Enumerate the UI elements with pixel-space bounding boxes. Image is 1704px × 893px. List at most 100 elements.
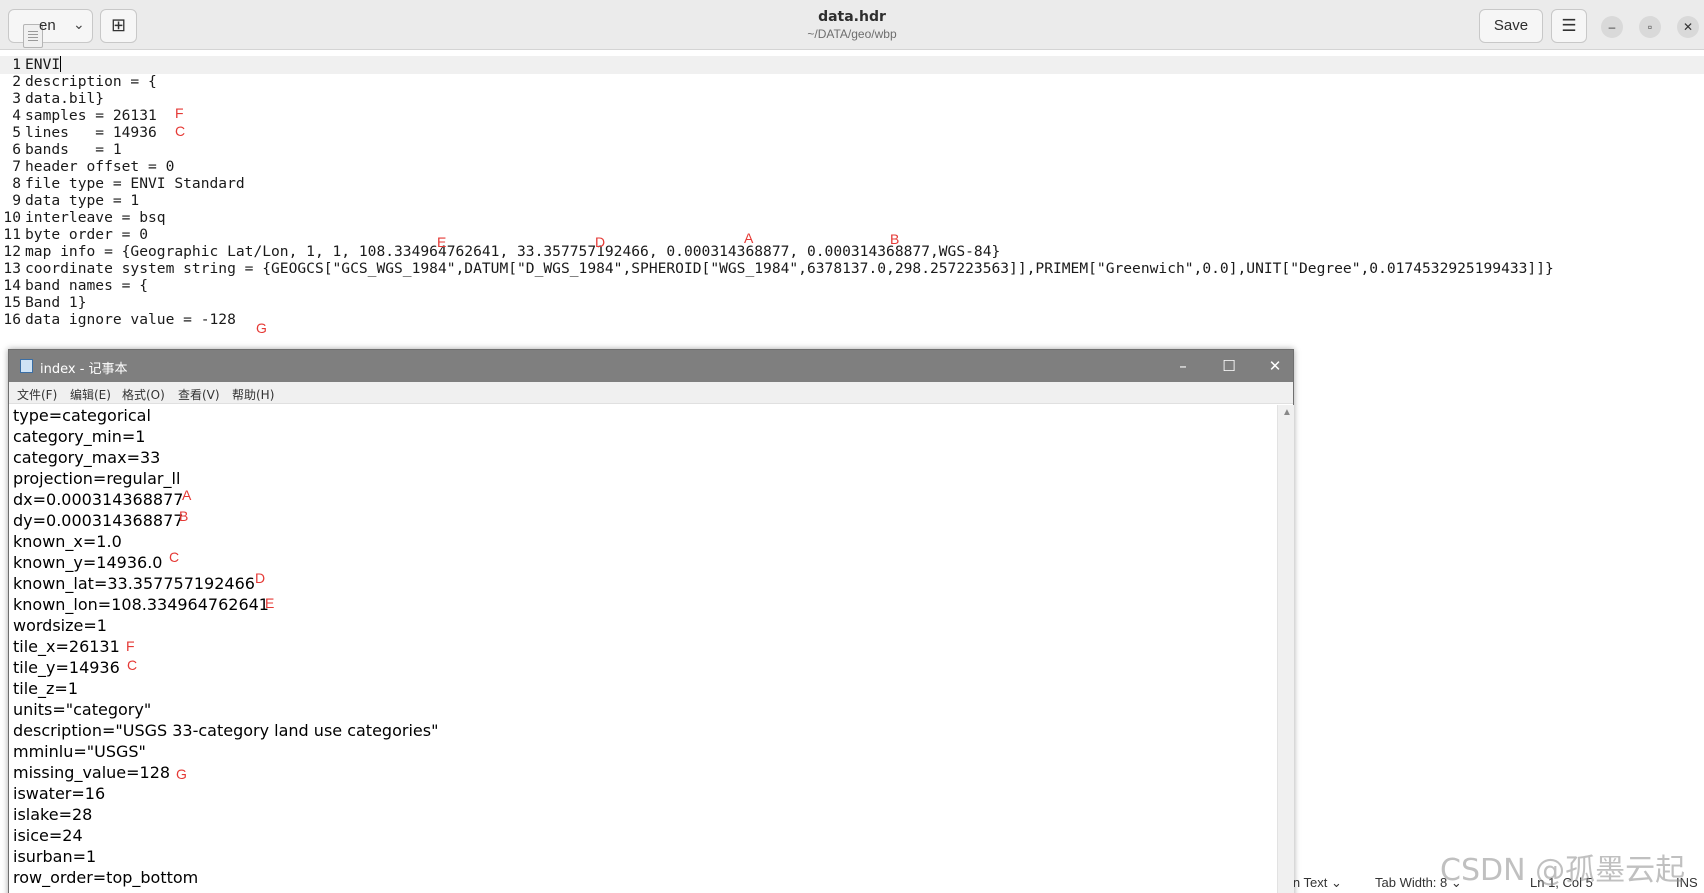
minimize-icon: – — [1608, 20, 1616, 34]
hamburger-icon: ☰ — [1561, 16, 1577, 35]
annotation-label: C — [127, 657, 138, 673]
text-line: iswater=16 — [13, 784, 106, 803]
notepad-window: index - 记事本 – ☐ ✕ 文件(F) 编辑(E) 格式(O) 查看(V… — [8, 349, 1294, 893]
text-line: tile_z=1 — [13, 679, 78, 698]
annotation-label: E — [437, 234, 447, 250]
annotation-label: B — [179, 508, 189, 524]
file-title: data.hdr — [818, 9, 886, 25]
text-line: dx=0.000314368877 — [13, 490, 184, 509]
code-line: 9 data type = 1 — [0, 192, 139, 210]
annotation-label: C — [169, 549, 180, 565]
annotation-label: A — [182, 487, 192, 503]
text-line: tile_y=14936 — [13, 658, 120, 677]
line-number: 6 — [12, 141, 21, 158]
line-number: 4 — [12, 107, 21, 124]
notepad-titlebar[interactable]: index - 记事本 – ☐ ✕ — [9, 350, 1293, 382]
text-line: known_x=1.0 — [13, 532, 122, 551]
text-line: dy=0.000314368877 — [13, 511, 184, 530]
text-line: projection=regular_ll — [13, 469, 181, 488]
line-text: coordinate system string = {GEOGCS["GCS_… — [25, 260, 1554, 277]
save-button[interactable]: Save — [1479, 9, 1543, 43]
line-number: 9 — [12, 192, 21, 209]
maximize-icon: ☐ — [1222, 357, 1236, 375]
annotation-label: G — [176, 766, 187, 782]
notepad-icon — [20, 359, 33, 373]
text-line: mminlu="USGS" — [13, 742, 146, 761]
file-path: ~/DATA/geo/wbp — [807, 27, 897, 41]
line-number: 10 — [3, 209, 21, 226]
header-bar: en ⌄ ⊞ data.hdr ~/DATA/geo/wbp Save ☰ – … — [0, 0, 1704, 50]
text-line: category_max=33 — [13, 448, 161, 467]
minimize-button[interactable]: – — [1601, 16, 1623, 38]
window-title: data.hdr ~/DATA/geo/wbp — [0, 9, 1704, 41]
menu-file[interactable]: 文件(F) — [17, 386, 57, 403]
notepad-minimize-button[interactable]: – — [1160, 350, 1206, 382]
text-line: known_lon=108.334964762641 — [13, 595, 269, 614]
line-number: 2 — [12, 73, 21, 90]
code-line: 16 data ignore value = -128 — [0, 311, 235, 329]
text-line: wordsize=1 — [13, 616, 107, 635]
text-line: islake=28 — [13, 805, 93, 824]
line-text: interleave = bsq — [25, 209, 166, 226]
maximize-button[interactable]: ▫ — [1639, 16, 1661, 38]
text-line: category_min=1 — [13, 427, 146, 446]
annotation-label: C — [175, 123, 186, 139]
close-icon: ✕ — [1268, 357, 1282, 375]
code-line: 2 description = { — [0, 73, 157, 91]
line-text: description = { — [25, 73, 157, 90]
code-line: 4 samples = 26131 — [0, 107, 157, 125]
notepad-maximize-button[interactable]: ☐ — [1206, 350, 1252, 382]
text-line: known_lat=33.357757192466 — [13, 574, 255, 593]
menu-edit[interactable]: 编辑(E) — [70, 386, 111, 403]
line-text: byte order = 0 — [25, 226, 149, 243]
code-line: 3 data.bil} — [0, 90, 104, 108]
annotation-label: A — [744, 230, 754, 246]
annotation-label: G — [256, 320, 267, 336]
language-selector[interactable]: in Text ⌄ — [1290, 875, 1342, 891]
code-line: 11 byte order = 0 — [0, 226, 148, 244]
code-line: 12 map info = {Geographic Lat/Lon, 1, 1, … — [0, 243, 1000, 261]
notepad-menubar: 文件(F) 编辑(E) 格式(O) 查看(V) 帮助(H) — [9, 382, 1293, 404]
code-line: 8 file type = ENVI Standard — [0, 175, 245, 193]
annotation-label: F — [126, 638, 135, 654]
text-line: type=categorical — [13, 406, 151, 425]
line-text: Band 1} — [25, 294, 87, 311]
line-number: 16 — [3, 311, 21, 328]
notepad-text-area[interactable]: type=categorical category_min=1 category… — [9, 405, 1277, 893]
code-line: 13 coordinate system string = {GEOGCS["GC… — [0, 260, 1554, 278]
code-line: 6 bands = 1 — [0, 141, 121, 159]
line-number: 1 — [12, 56, 21, 73]
line-number: 11 — [3, 226, 21, 243]
notepad-title: index - 记事本 — [40, 362, 128, 377]
text-line: isurban=1 — [13, 847, 97, 866]
text-line: units="category" — [13, 700, 152, 719]
line-text: samples = 26131 — [25, 107, 157, 124]
annotation-label: F — [175, 105, 184, 121]
line-text: file type = ENVI Standard — [25, 175, 245, 192]
line-number: 12 — [3, 243, 21, 260]
scroll-up-icon[interactable]: ▲ — [1282, 407, 1292, 418]
close-icon: ✕ — [1682, 20, 1694, 34]
text-editor[interactable]: 1 ENVI 2 description = { 3 data.bil} 4 sampl… — [0, 50, 1704, 350]
annotation-label: D — [595, 234, 606, 250]
code-line: 14 band names = { — [0, 277, 148, 295]
text-line: tile_x=26131 — [13, 637, 120, 656]
text-line: row_order=top_bottom — [13, 868, 199, 887]
annotation-label: D — [255, 570, 266, 586]
line-number: 14 — [3, 277, 21, 294]
menu-view[interactable]: 查看(V) — [178, 386, 220, 403]
line-text: header offset = 0 — [25, 158, 175, 175]
line-text: data.bil} — [25, 90, 105, 107]
code-line: 10 interleave = bsq — [0, 209, 166, 227]
line-text: map info = {Geographic Lat/Lon, 1, 1, 10… — [25, 243, 1001, 260]
code-line: 1 ENVI — [0, 56, 1704, 74]
menu-format[interactable]: 格式(O) — [122, 386, 165, 403]
text-line: known_y=14936.0 — [13, 553, 163, 572]
vertical-scrollbar[interactable]: ▲ — [1277, 405, 1294, 893]
line-text: band names = { — [25, 277, 149, 294]
notepad-close-button[interactable]: ✕ — [1252, 350, 1298, 382]
main-menu-button[interactable]: ☰ — [1551, 9, 1587, 43]
menu-help[interactable]: 帮助(H) — [232, 386, 274, 403]
close-button[interactable]: ✕ — [1677, 16, 1699, 38]
line-number: 13 — [3, 260, 21, 277]
